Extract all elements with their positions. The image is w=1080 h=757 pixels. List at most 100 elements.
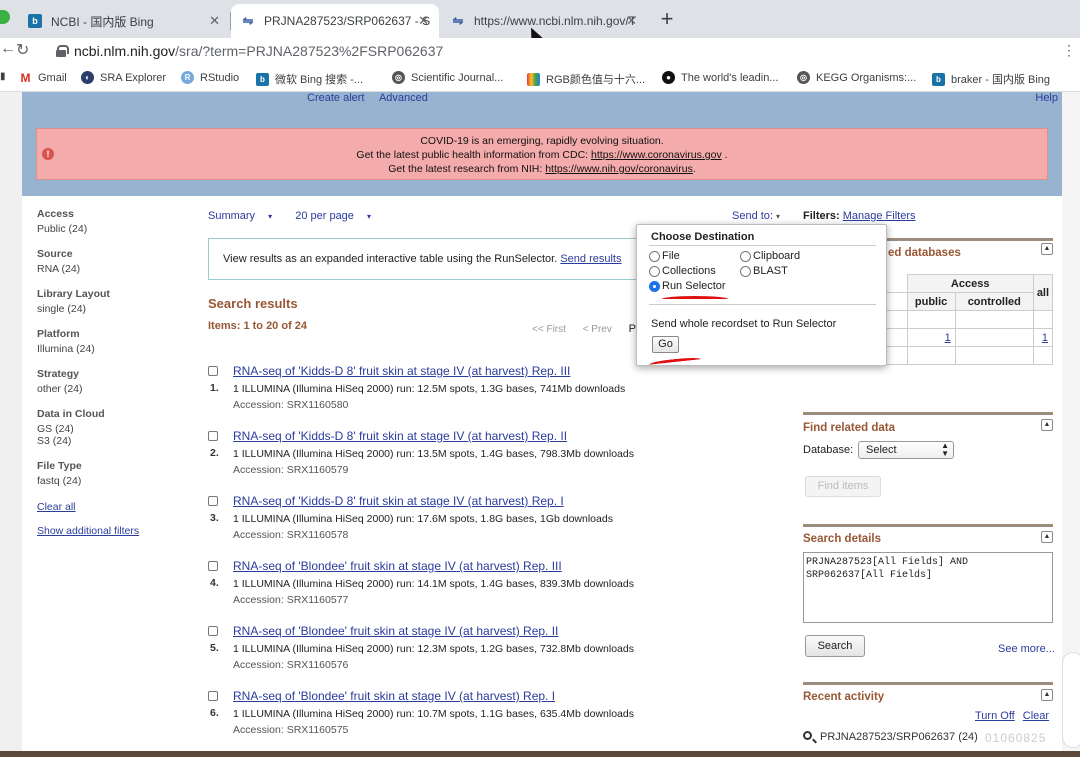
tab-sra-results[interactable]: ⇋ PRJNA287523/SRP062637 - S ✕: [231, 4, 439, 38]
nih-link[interactable]: https://www.nih.gov/coronavirus: [545, 163, 693, 175]
result-accession: Accession: SRX1160577: [233, 594, 349, 606]
radio-clipboard[interactable]: Clipboard: [740, 250, 800, 262]
create-alert-link[interactable]: Create alert: [307, 92, 364, 104]
result-checkbox[interactable]: [208, 561, 218, 571]
facet-value[interactable]: GS (24): [37, 423, 187, 435]
tab-ncbi-url[interactable]: ⇋ https://www.ncbi.nlm.nih.gov/T ✕: [441, 4, 647, 38]
prev-page-link[interactable]: < Prev: [583, 324, 612, 335]
radio-file[interactable]: File: [649, 250, 680, 262]
bookmark-label: braker - 国内版 Bing: [951, 74, 1051, 86]
manage-filters-link[interactable]: Manage Filters: [843, 210, 916, 222]
facet-value[interactable]: fastq (24): [37, 475, 187, 487]
bookmark-gmail[interactable]: M Gmail: [19, 71, 67, 85]
bing-icon: b: [28, 14, 42, 28]
send-to-popup: Choose Destination File Clipboard Collec…: [636, 224, 887, 368]
bookmark-kegg[interactable]: ◎ KEGG Organisms:...: [797, 71, 916, 84]
turn-off-link[interactable]: Turn Off: [975, 710, 1015, 722]
chevron-down-icon: ▾: [268, 212, 273, 221]
result-title-link[interactable]: RNA-seq of 'Kidds-D 8' fruit skin at sta…: [233, 364, 570, 378]
address-bar[interactable]: ncbi.nlm.nih.gov/sra/?term=PRJNA287523%2…: [44, 39, 1080, 63]
facet-platform: Platform Illumina (24): [37, 328, 187, 355]
new-tab-button[interactable]: +: [654, 7, 680, 33]
public-count-link[interactable]: 1: [945, 332, 951, 344]
result-meta: 1 ILLUMINA (Illumina HiSeq 2000) run: 14…: [233, 578, 634, 590]
per-page-dropdown[interactable]: 20 per page ▾: [295, 210, 381, 222]
result-checkbox[interactable]: [208, 496, 218, 506]
list-item: 2. RNA-seq of 'Kidds-D 8' fruit skin at …: [208, 429, 634, 476]
search-results-title: Search results: [208, 296, 298, 311]
see-more-link[interactable]: See more...: [998, 643, 1055, 655]
bookmark-label: Scientific Journal...: [411, 71, 504, 84]
bookmark-braker[interactable]: b braker - 国内版 Bing: [932, 71, 1050, 87]
sra-explorer-icon: ◐: [81, 71, 94, 84]
facet-value[interactable]: other (24): [37, 383, 187, 395]
facet-strategy: Strategy other (24): [37, 368, 187, 395]
recent-activity-title: Recent activity: [803, 691, 885, 703]
radio-blast[interactable]: BLAST: [740, 265, 788, 277]
result-title-link[interactable]: RNA-seq of 'Blondee' fruit skin at stage…: [233, 689, 555, 703]
result-checkbox[interactable]: [208, 691, 218, 701]
send-results-link[interactable]: Send results: [560, 253, 621, 265]
bookmark-scientific-journal[interactable]: ◎ Scientific Journal...: [392, 71, 503, 84]
facet-library-layout: Library Layout single (24): [37, 288, 187, 315]
clear-link[interactable]: Clear: [1023, 710, 1049, 722]
tab-ncbi-bing[interactable]: b NCBI - 国内版 Bing ✕: [18, 4, 230, 38]
recent-activity-item[interactable]: PRJNA287523/SRP062637 (24): [803, 731, 978, 743]
first-page-link[interactable]: << First: [532, 324, 566, 335]
close-icon[interactable]: ✕: [209, 13, 220, 29]
result-title-link[interactable]: RNA-seq of 'Blondee' fruit skin at stage…: [233, 624, 558, 638]
cdc-link[interactable]: https://www.coronavirus.gov: [591, 149, 722, 161]
bookmark-rstudio[interactable]: R RStudio: [181, 71, 239, 84]
send-to-dropdown[interactable]: Send to: ▾: [732, 210, 780, 222]
help-link[interactable]: Help: [1035, 92, 1058, 104]
radio-button: [649, 265, 660, 277]
facet-value[interactable]: single (24): [37, 303, 187, 315]
alert-icon: !: [42, 148, 54, 160]
collapse-toggle-icon[interactable]: ▲: [1041, 531, 1053, 543]
radio-run-selector[interactable]: Run Selector: [649, 280, 726, 292]
summary-dropdown[interactable]: Summary ▾: [208, 210, 282, 222]
rstudio-icon: R: [181, 71, 194, 84]
result-checkbox[interactable]: [208, 431, 218, 441]
lock-icon: [56, 45, 69, 57]
database-select[interactable]: Select ▲ ▼: [858, 441, 954, 459]
find-related-data-title: Find related data: [803, 422, 896, 434]
find-items-button[interactable]: Find items: [805, 476, 881, 497]
result-meta: 1 ILLUMINA (Illumina HiSeq 2000) run: 10…: [233, 708, 634, 720]
close-icon[interactable]: ✕: [626, 13, 637, 29]
facet-value[interactable]: Public (24): [37, 223, 187, 235]
result-checkbox[interactable]: [208, 626, 218, 636]
result-title-link[interactable]: RNA-seq of 'Kidds-D 8' fruit skin at sta…: [233, 429, 567, 443]
back-arrow-icon[interactable]: ←: [0, 40, 16, 58]
radio-collections[interactable]: Collections: [649, 265, 716, 277]
bookmark-github[interactable]: ● The world's leadin...: [662, 71, 778, 84]
bookmark-bing-search[interactable]: b 微软 Bing 搜索 -...: [256, 71, 363, 87]
close-icon[interactable]: ✕: [418, 13, 429, 29]
collapse-toggle-icon[interactable]: ▲: [1041, 243, 1053, 255]
result-checkbox[interactable]: [208, 366, 218, 376]
bookmark-sra-explorer[interactable]: ◐ SRA Explorer: [81, 71, 166, 84]
search-button[interactable]: Search: [805, 635, 865, 657]
covid-line-3: Get the latest research from NIH:: [388, 163, 546, 175]
show-additional-filters-link[interactable]: Show additional filters: [37, 525, 187, 537]
facet-value[interactable]: RNA (24): [37, 263, 187, 275]
database-label: Database:: [803, 444, 854, 456]
bookmark-label: KEGG Organisms:...: [816, 71, 917, 84]
result-title-link[interactable]: RNA-seq of 'Blondee' fruit skin at stage…: [233, 559, 562, 573]
browser-menu-icon[interactable]: ⋮: [1062, 42, 1076, 59]
go-button[interactable]: Go: [652, 336, 679, 353]
controlled-header: controlled: [954, 292, 1034, 311]
facet-value[interactable]: S3 (24): [37, 435, 187, 447]
collapse-toggle-icon[interactable]: ▲: [1041, 419, 1053, 431]
result-meta: 1 ILLUMINA (Illumina HiSeq 2000) run: 12…: [233, 643, 634, 655]
collapse-toggle-icon[interactable]: ▲: [1041, 689, 1053, 701]
advanced-link[interactable]: Advanced: [379, 92, 428, 104]
search-details-query[interactable]: PRJNA287523[All Fields] AND SRP062637[Al…: [803, 552, 1053, 623]
clear-all-link[interactable]: Clear all: [37, 501, 187, 513]
bookmark-rgb[interactable]: RGB颜色值与十六...: [527, 71, 645, 87]
reload-icon[interactable]: ↻: [16, 40, 29, 60]
facet-value[interactable]: Illumina (24): [37, 343, 187, 355]
result-title-link[interactable]: RNA-seq of 'Kidds-D 8' fruit skin at sta…: [233, 494, 564, 508]
all-count-link[interactable]: 1: [1042, 332, 1048, 344]
rainbow-icon: [527, 72, 540, 86]
